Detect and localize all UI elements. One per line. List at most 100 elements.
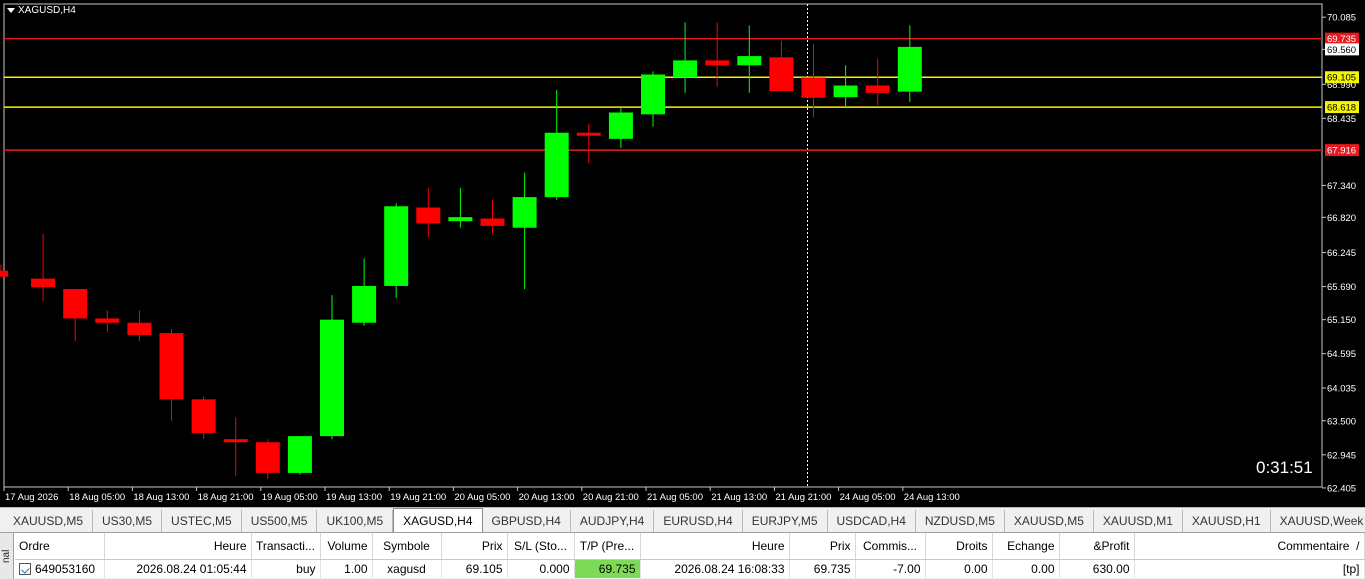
history-header-row: Ordre Heure Transacti... Volume Symbole … — [15, 533, 1365, 560]
level-price-label: 69.105 — [1327, 73, 1356, 84]
x-tick-label: 18 Aug 13:00 — [133, 492, 189, 503]
col-commission[interactable]: Commis... — [855, 533, 926, 560]
candle-body — [384, 206, 409, 286]
x-tick-label: 21 Aug 21:00 — [775, 492, 831, 503]
cell-prix-open: 69.105 — [441, 559, 508, 578]
chart-tab[interactable]: XAUUSD,M5 — [1005, 510, 1094, 532]
cell-droits: 0.00 — [925, 559, 993, 578]
chart-tab[interactable]: US30,M5 — [93, 510, 163, 532]
cell-profit: 630.00 — [1059, 559, 1135, 578]
col-volume[interactable]: Volume — [320, 533, 373, 560]
current-price-label: 69.560 — [1327, 45, 1356, 56]
chart-tab[interactable]: US500,M5 — [242, 510, 318, 532]
candle-body — [641, 74, 665, 115]
chart-canvas[interactable]: 70.08569.56068.99068.43567.34066.82066.2… — [0, 0, 1365, 507]
x-tick-label: 17 Aug 2026 — [5, 492, 58, 503]
candle-body — [448, 217, 473, 222]
y-tick-label: 67.340 — [1327, 181, 1356, 192]
col-droits[interactable]: Droits — [925, 533, 993, 560]
y-tick-label: 62.945 — [1327, 450, 1356, 461]
candle-body — [63, 289, 88, 319]
cell-heure-close: 2026.08.24 16:08:33 — [640, 559, 790, 578]
level-price-label: 67.916 — [1327, 146, 1356, 157]
price-chart[interactable]: 70.08569.56068.99068.43567.34066.82066.2… — [0, 0, 1365, 507]
cell-heure-open: 2026.08.24 01:05:44 — [104, 559, 252, 578]
candle-body — [416, 207, 441, 224]
chart-tab[interactable]: AUDJPY,H4 — [571, 510, 655, 532]
order-icon — [19, 562, 31, 575]
cell-transaction: buy — [251, 559, 321, 578]
chart-tab[interactable]: EURJPY,M5 — [743, 510, 828, 532]
col-heure-close[interactable]: Heure — [640, 533, 790, 560]
candle-body — [544, 132, 569, 198]
y-tick-label: 66.820 — [1327, 213, 1356, 224]
col-ordre[interactable]: Ordre — [15, 533, 105, 560]
candle-body — [576, 132, 601, 136]
x-tick-label: 24 Aug 05:00 — [840, 492, 896, 503]
candle-body — [0, 270, 8, 277]
y-tick-label: 65.690 — [1327, 282, 1356, 293]
candle-body — [352, 285, 377, 323]
candle-body — [512, 197, 537, 228]
cell-ordre: 649053160 — [15, 559, 105, 578]
x-tick-label: 20 Aug 05:00 — [454, 492, 510, 503]
chart-tab[interactable]: EURUSD,H4 — [654, 510, 743, 532]
cell-prix-close: 69.735 — [789, 559, 856, 578]
chart-tab-bar: XAUUSD,M5 US30,M5 USTEC,M5 US500,M5 UK100,M5… — [0, 507, 1365, 532]
chart-tab[interactable]: XAGUSD,H4 — [393, 508, 483, 532]
y-tick-label: 63.500 — [1327, 416, 1356, 427]
candle-body — [223, 439, 248, 443]
candle-body — [897, 46, 922, 92]
cell-commission: -7.00 — [855, 559, 926, 578]
candle-body — [769, 57, 794, 92]
candle-body — [705, 60, 730, 66]
candle-body — [673, 60, 698, 78]
history-row[interactable]: 649053160 2026.08.24 01:05:44 buy 1.00 x… — [15, 559, 1365, 578]
chart-menu-icon[interactable] — [7, 8, 15, 13]
candle-body — [127, 322, 152, 335]
x-tick-label: 24 Aug 13:00 — [904, 492, 960, 503]
y-tick-label: 70.085 — [1327, 13, 1356, 24]
x-tick-label: 19 Aug 13:00 — [326, 492, 382, 503]
chart-tab[interactable]: USTEC,M5 — [162, 510, 242, 532]
candle-body — [31, 278, 56, 288]
candle-countdown-timer: 0:31:51 — [1256, 458, 1313, 477]
col-profit[interactable]: &Profit — [1059, 533, 1135, 560]
chart-tab[interactable]: XAUUSD,H1 — [1183, 510, 1271, 532]
col-sl[interactable]: S/L (Sto... — [507, 533, 575, 560]
candle-body — [159, 333, 184, 400]
col-prix-close[interactable]: Prix — [789, 533, 856, 560]
candle-body — [287, 436, 312, 473]
chart-tab[interactable]: UK100,M5 — [317, 510, 394, 532]
chart-symbol-label: XAGUSD,H4 — [18, 5, 76, 16]
cell-volume: 1.00 — [320, 559, 373, 578]
cell-echange: 0.00 — [992, 559, 1060, 578]
y-tick-label: 64.595 — [1327, 349, 1356, 360]
cell-symbole: xagusd — [372, 559, 442, 578]
col-heure-open[interactable]: Heure — [104, 533, 252, 560]
candle-body — [480, 218, 505, 226]
chart-tab[interactable]: GBPUSD,H4 — [483, 510, 571, 532]
terminal-panel: nal Ordre Heure Transacti... Volume Symb… — [0, 532, 1365, 579]
chart-tab[interactable]: USDCAD,H4 — [828, 510, 916, 532]
history-table: Ordre Heure Transacti... Volume Symbole … — [15, 533, 1365, 578]
col-commentaire[interactable]: Commentaire / — [1134, 533, 1365, 560]
col-echange[interactable]: Echange — [992, 533, 1060, 560]
col-prix-open[interactable]: Prix — [441, 533, 508, 560]
chart-tab[interactable]: XAUUSD,Week — [1271, 510, 1365, 532]
sort-indicator-icon: / — [1356, 538, 1360, 553]
cell-commentaire: [tp] — [1134, 559, 1365, 578]
col-symbole[interactable]: Symbole — [372, 533, 442, 560]
col-tp[interactable]: T/P (Pre... — [574, 533, 641, 560]
x-tick-label: 21 Aug 13:00 — [711, 492, 767, 503]
chart-tab[interactable]: NZDUSD,M5 — [916, 510, 1005, 532]
candle-body — [865, 85, 890, 93]
chart-tab[interactable]: XAUUSD,M5 — [4, 510, 94, 532]
cell-tp: 69.735 — [574, 559, 641, 578]
candle-body — [801, 77, 826, 98]
y-tick-label: 65.150 — [1327, 315, 1356, 326]
chart-tab[interactable]: XAUUSD,M1 — [1094, 510, 1183, 532]
y-tick-label: 64.035 — [1327, 384, 1356, 395]
col-transaction[interactable]: Transacti... — [251, 533, 321, 560]
chart-title: XAGUSD,H4 — [7, 5, 76, 16]
